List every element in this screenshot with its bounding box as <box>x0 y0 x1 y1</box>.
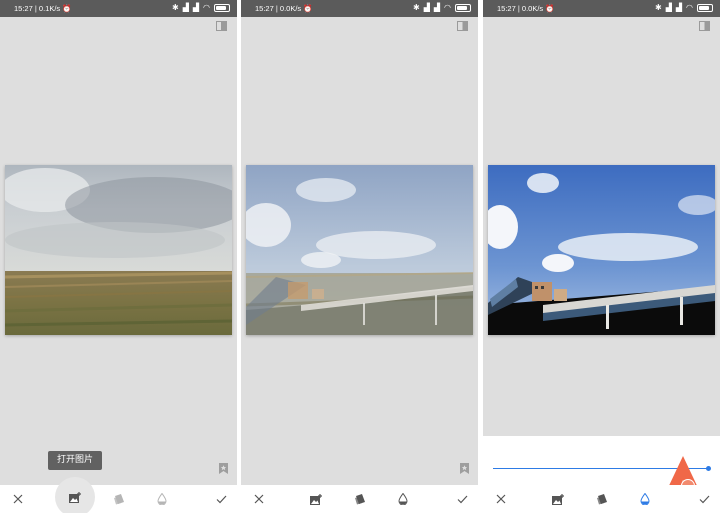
status-time-speed: 15:27 | 0.0K/s ⏰ <box>255 4 313 13</box>
close-icon <box>254 494 264 504</box>
photo-building-sky <box>488 165 715 335</box>
layer-icon <box>114 494 124 505</box>
screen-double-exposure: 15:27 | 0.0K/s ⏰ ✱ ▟ ▟ ◠ <box>241 0 478 513</box>
status-bar: 15:27 | 0.0K/s ⏰ ✱ ▟ ▟ ◠ <box>241 0 478 17</box>
photo-blended <box>246 165 473 335</box>
apply-button[interactable] <box>690 485 718 513</box>
signal-icon-2: ▟ <box>675 3 683 12</box>
drop-icon <box>398 493 408 505</box>
opacity-button[interactable] <box>389 485 417 513</box>
screen-opacity-adjust: 15:27 | 0.0K/s ⏰ ✱ ▟ ▟ ◠ <box>483 0 720 513</box>
close-button[interactable] <box>245 485 273 513</box>
layer-icon <box>355 494 365 505</box>
status-icons: ✱ ▟ ▟ ◠ <box>172 3 230 13</box>
photo-landscape <box>5 165 232 335</box>
battery-icon <box>697 4 713 12</box>
bottom-toolbar <box>241 485 478 513</box>
check-icon <box>216 495 226 503</box>
alarm-icon: ⏰ <box>62 4 72 13</box>
wifi-icon: ◠ <box>203 3 210 12</box>
add-image-icon <box>310 493 322 505</box>
layer-button[interactable] <box>588 485 616 513</box>
close-icon <box>496 494 506 504</box>
alarm-icon: ⏰ <box>545 4 555 13</box>
wifi-icon: ◠ <box>444 3 451 12</box>
status-icons: ✱ ▟ ▟ ◠ <box>655 3 713 13</box>
opacity-button[interactable] <box>148 485 176 513</box>
close-icon <box>13 494 23 504</box>
add-image-icon <box>552 493 564 505</box>
opacity-button[interactable] <box>631 485 659 513</box>
status-bar: 15:27 | 0.1K/s ⏰ ✱ ▟ ▟ ◠ <box>0 0 237 17</box>
signal-icon-1: ▟ <box>423 3 430 12</box>
opacity-slider-knob[interactable] <box>706 466 711 471</box>
layer-icon <box>597 494 607 505</box>
check-icon <box>699 495 709 503</box>
compare-icon[interactable] <box>216 21 227 31</box>
check-icon <box>457 495 467 503</box>
bottom-toolbar <box>0 477 237 513</box>
wifi-icon: ◠ <box>686 3 693 12</box>
add-image-icon <box>69 491 81 503</box>
drop-icon <box>157 493 167 505</box>
compare-icon[interactable] <box>699 21 710 31</box>
compare-icon[interactable] <box>457 21 468 31</box>
status-time-speed: 15:27 | 0.1K/s ⏰ <box>14 4 72 13</box>
layer-button[interactable] <box>105 485 133 513</box>
bluetooth-icon: ✱ <box>655 3 662 12</box>
bottom-toolbar <box>483 485 720 513</box>
status-time-speed: 15:27 | 0.0K/s ⏰ <box>497 4 555 13</box>
drop-icon <box>640 493 650 505</box>
layer-button[interactable] <box>346 485 374 513</box>
signal-icon-1: ▟ <box>665 3 672 12</box>
add-image-button[interactable] <box>544 485 572 513</box>
battery-icon <box>455 4 471 12</box>
apply-button[interactable] <box>207 485 235 513</box>
signal-icon-1: ▟ <box>182 3 189 12</box>
close-button[interactable] <box>4 485 32 513</box>
add-image-button[interactable] <box>302 485 330 513</box>
signal-icon-2: ▟ <box>433 3 441 12</box>
close-button[interactable] <box>487 485 515 513</box>
bluetooth-icon: ✱ <box>172 3 179 12</box>
apply-button[interactable] <box>448 485 476 513</box>
alarm-icon: ⏰ <box>303 4 313 13</box>
battery-icon <box>214 4 230 12</box>
status-bar: 15:27 | 0.0K/s ⏰ ✱ ▟ ▟ ◠ <box>483 0 720 17</box>
signal-icon-2: ▟ <box>192 3 200 12</box>
bluetooth-icon: ✱ <box>413 3 420 12</box>
bookmark-icon[interactable] <box>219 463 228 474</box>
bookmark-icon[interactable] <box>460 463 469 474</box>
add-image-button[interactable] <box>55 477 95 513</box>
status-icons: ✱ ▟ ▟ ◠ <box>413 3 471 13</box>
open-image-tooltip: 打开图片 <box>48 451 102 470</box>
screen-open-image: 15:27 | 0.1K/s ⏰ ✱ ▟ ▟ ◠ 打开图片 <box>0 0 237 513</box>
